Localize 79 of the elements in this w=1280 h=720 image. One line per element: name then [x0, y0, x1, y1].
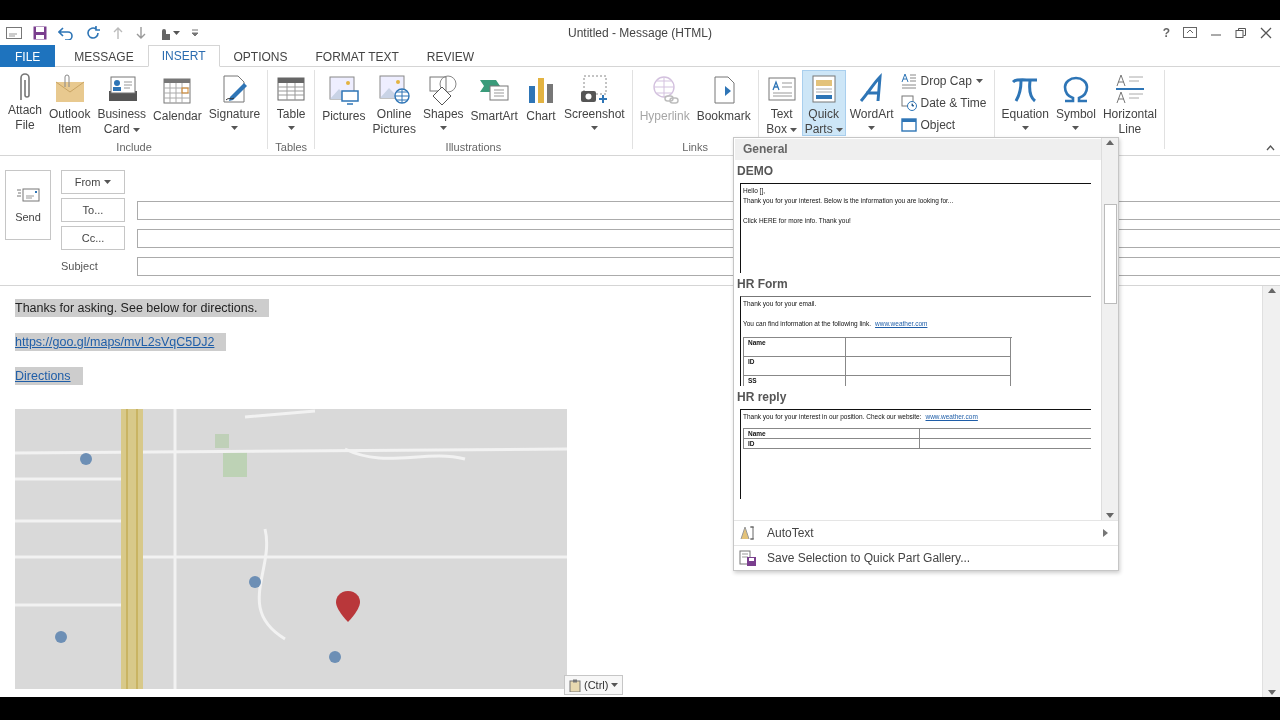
date-time-icon: [900, 94, 917, 111]
ribbon-button[interactable]: Date & Time: [897, 92, 990, 113]
ribbon-button[interactable]: Calendar: [150, 70, 205, 136]
menu-item[interactable]: Save Selection to Quick Part Gallery...: [734, 545, 1118, 570]
ribbon-button[interactable]: Equation: [998, 70, 1052, 136]
group-label: Tables: [274, 141, 309, 153]
link[interactable]: Directions: [15, 367, 83, 385]
file-tab[interactable]: FILE: [0, 45, 56, 67]
entry-title: HR Form: [736, 276, 789, 291]
envelope-icon: [53, 73, 86, 105]
ribbon-button[interactable]: Attach File: [5, 70, 46, 136]
autotext-icon: [739, 525, 757, 541]
group-label: Include: [115, 141, 153, 153]
collapse-ribbon-icon[interactable]: [1266, 145, 1275, 151]
ribbon-button[interactable]: Business Card: [94, 70, 150, 136]
ribbon-button[interactable]: Drop Cap: [897, 70, 990, 91]
link[interactable]: https://goo.gl/maps/mvL2sVqC5DJ2: [15, 333, 227, 351]
save-icon: [33, 25, 47, 40]
down-arrow-icon: [135, 25, 147, 40]
clipboard-icon: [569, 678, 581, 692]
ribbon-button[interactable]: Text Box: [762, 70, 801, 136]
send-icon: [16, 187, 40, 203]
ribbon-display-icon[interactable]: [1183, 27, 1197, 38]
ribbon-tab[interactable]: INSERT: [147, 45, 220, 67]
picture-icon: [327, 74, 360, 106]
online-picture-icon: [378, 73, 411, 105]
ribbon-button[interactable]: Online Pictures: [369, 70, 419, 136]
scroll-thumb[interactable]: [1103, 204, 1117, 304]
ribbon-button[interactable]: Bookmark: [693, 70, 754, 136]
ribbon-button[interactable]: Table: [272, 70, 311, 136]
send-button[interactable]: Send: [5, 170, 51, 240]
ribbon-button[interactable]: Pictures: [319, 70, 369, 136]
ribbon-button[interactable]: Screenshot: [560, 70, 628, 136]
drop-cap-icon: [900, 72, 917, 89]
ribbon-button[interactable]: Chart: [521, 70, 560, 136]
envelope-icon: [6, 26, 22, 39]
ribbon-button[interactable]: Signature: [205, 70, 264, 136]
menu-item[interactable]: AutoText: [734, 520, 1118, 545]
scroll-up-icon: [1106, 140, 1114, 145]
ribbon-button[interactable]: Symbol: [1052, 70, 1099, 136]
body-text: Thanks for asking. See below for directions.: [15, 299, 270, 317]
help-button[interactable]: ?: [1162, 25, 1170, 40]
scroll-down-icon: [1106, 513, 1114, 518]
ribbon-button[interactable]: SmartArt: [467, 70, 521, 136]
object-icon: [900, 116, 917, 133]
customize-icon: [191, 28, 199, 37]
ribbon-button[interactable]: Shapes: [419, 70, 467, 136]
ribbon-tab[interactable]: OPTIONS: [219, 45, 302, 67]
undo-icon: [58, 25, 74, 40]
redo-icon: [85, 24, 101, 41]
ribbon-button[interactable]: Horizontal Line: [1099, 70, 1160, 136]
address-button[interactable]: From: [61, 170, 125, 194]
ribbon-tab[interactable]: MESSAGE: [60, 45, 148, 67]
gallery-header: General: [735, 139, 1101, 160]
entry-title: HR reply: [736, 389, 788, 404]
scroll-up-icon: [1267, 288, 1276, 293]
address-button[interactable]: Cc...: [61, 226, 125, 250]
ribbon-button[interactable]: Outlook Item: [46, 70, 94, 136]
close-icon[interactable]: [1260, 26, 1272, 39]
paste-options-button[interactable]: (Ctrl): [564, 675, 624, 695]
entry-title: DEMO: [736, 163, 774, 178]
ribbon-tab[interactable]: REVIEW: [412, 45, 489, 67]
window-title: Untitled - Message (HTML): [566, 25, 713, 40]
group-label: Illustrations: [444, 141, 503, 153]
up-arrow-icon: [112, 25, 124, 40]
save-gallery-icon: [739, 550, 757, 566]
horizontal-line-icon: [1113, 73, 1146, 105]
field-label: Subject: [61, 260, 99, 272]
scrollbar[interactable]: [1262, 286, 1280, 697]
restore-icon[interactable]: [1235, 26, 1247, 39]
ribbon-button[interactable]: Quick Parts: [801, 70, 846, 136]
paperclip-icon: [20, 73, 30, 101]
shapes-icon: [427, 73, 460, 105]
ribbon-button[interactable]: Object: [897, 114, 990, 135]
scroll-down-icon: [1267, 690, 1276, 695]
address-button[interactable]: To...: [61, 198, 125, 222]
scrollbar[interactable]: [1101, 138, 1118, 520]
ribbon-tab[interactable]: FORMAT TEXT: [301, 45, 413, 67]
ribbon-button[interactable]: WordArt: [846, 70, 897, 136]
